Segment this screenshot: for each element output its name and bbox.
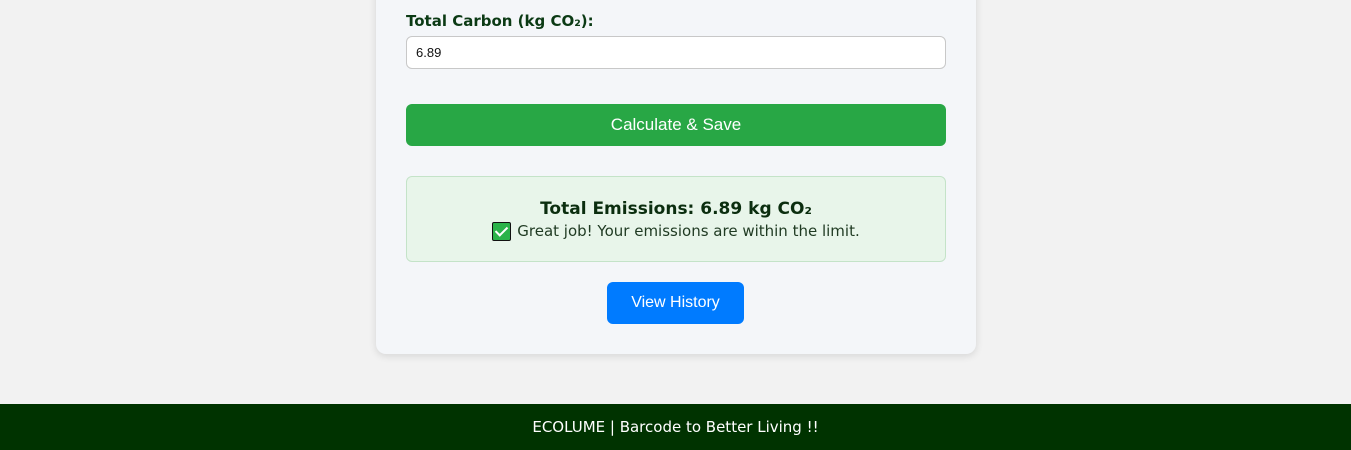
calculate-save-button[interactable]: Calculate & Save [406, 104, 946, 146]
view-history-button[interactable]: View History [607, 282, 744, 324]
total-carbon-input[interactable] [406, 36, 946, 69]
calculator-card: Total Carbon (kg CO₂): Calculate & Save … [376, 0, 976, 354]
total-carbon-label: Total Carbon (kg CO₂): [406, 12, 594, 30]
result-panel: Total Emissions: 6.89 kg CO₂ Great job! … [406, 176, 946, 262]
footer-text: ECOLUME | Barcode to Better Living !! [532, 418, 819, 436]
footer: ECOLUME | Barcode to Better Living !! [0, 404, 1351, 450]
result-message: Great job! Your emissions are within the… [517, 222, 860, 240]
check-icon [492, 221, 512, 241]
total-emissions-text: Total Emissions: 6.89 kg CO₂ [540, 199, 812, 219]
result-message-row: Great job! Your emissions are within the… [407, 221, 945, 241]
